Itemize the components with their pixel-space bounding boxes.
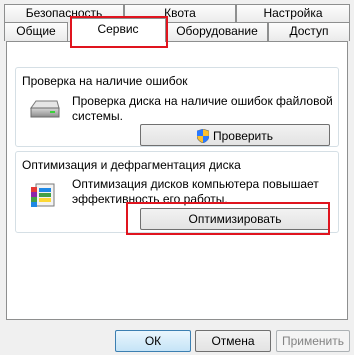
optimize-button[interactable]: Оптимизировать [140,208,330,230]
hard-drive-icon [30,99,60,119]
error-check-title: Проверка на наличие ошибок [22,74,188,88]
optimize-description: Оптимизация дисков компьютера повышает э… [72,177,319,206]
tab-general[interactable]: Общие [4,22,68,41]
apply-button[interactable]: Применить [276,330,350,352]
defrag-icon [30,182,56,208]
tab-hardware[interactable]: Оборудование [166,22,268,41]
tab-customize[interactable]: Настройка [236,4,350,23]
optimize-group: Оптимизация и дефрагментация диска Оптим… [15,151,339,233]
error-check-description: Проверка диска на наличие ошибок файлово… [72,94,333,123]
optimize-title: Оптимизация и дефрагментация диска [22,158,241,172]
tab-tools[interactable]: Сервис [70,18,166,42]
uac-shield-icon [196,128,210,144]
cancel-button[interactable]: Отмена [195,330,271,352]
check-button[interactable]: Проверить [140,124,330,146]
check-button-label: Проверить [212,128,273,143]
tab-sharing[interactable]: Доступ [268,22,350,41]
tab-panel: Проверка на наличие ошибок Проверка диск… [6,41,348,320]
error-check-group: Проверка на наличие ошибок Проверка диск… [15,67,339,147]
ok-button[interactable]: ОК [115,330,191,352]
